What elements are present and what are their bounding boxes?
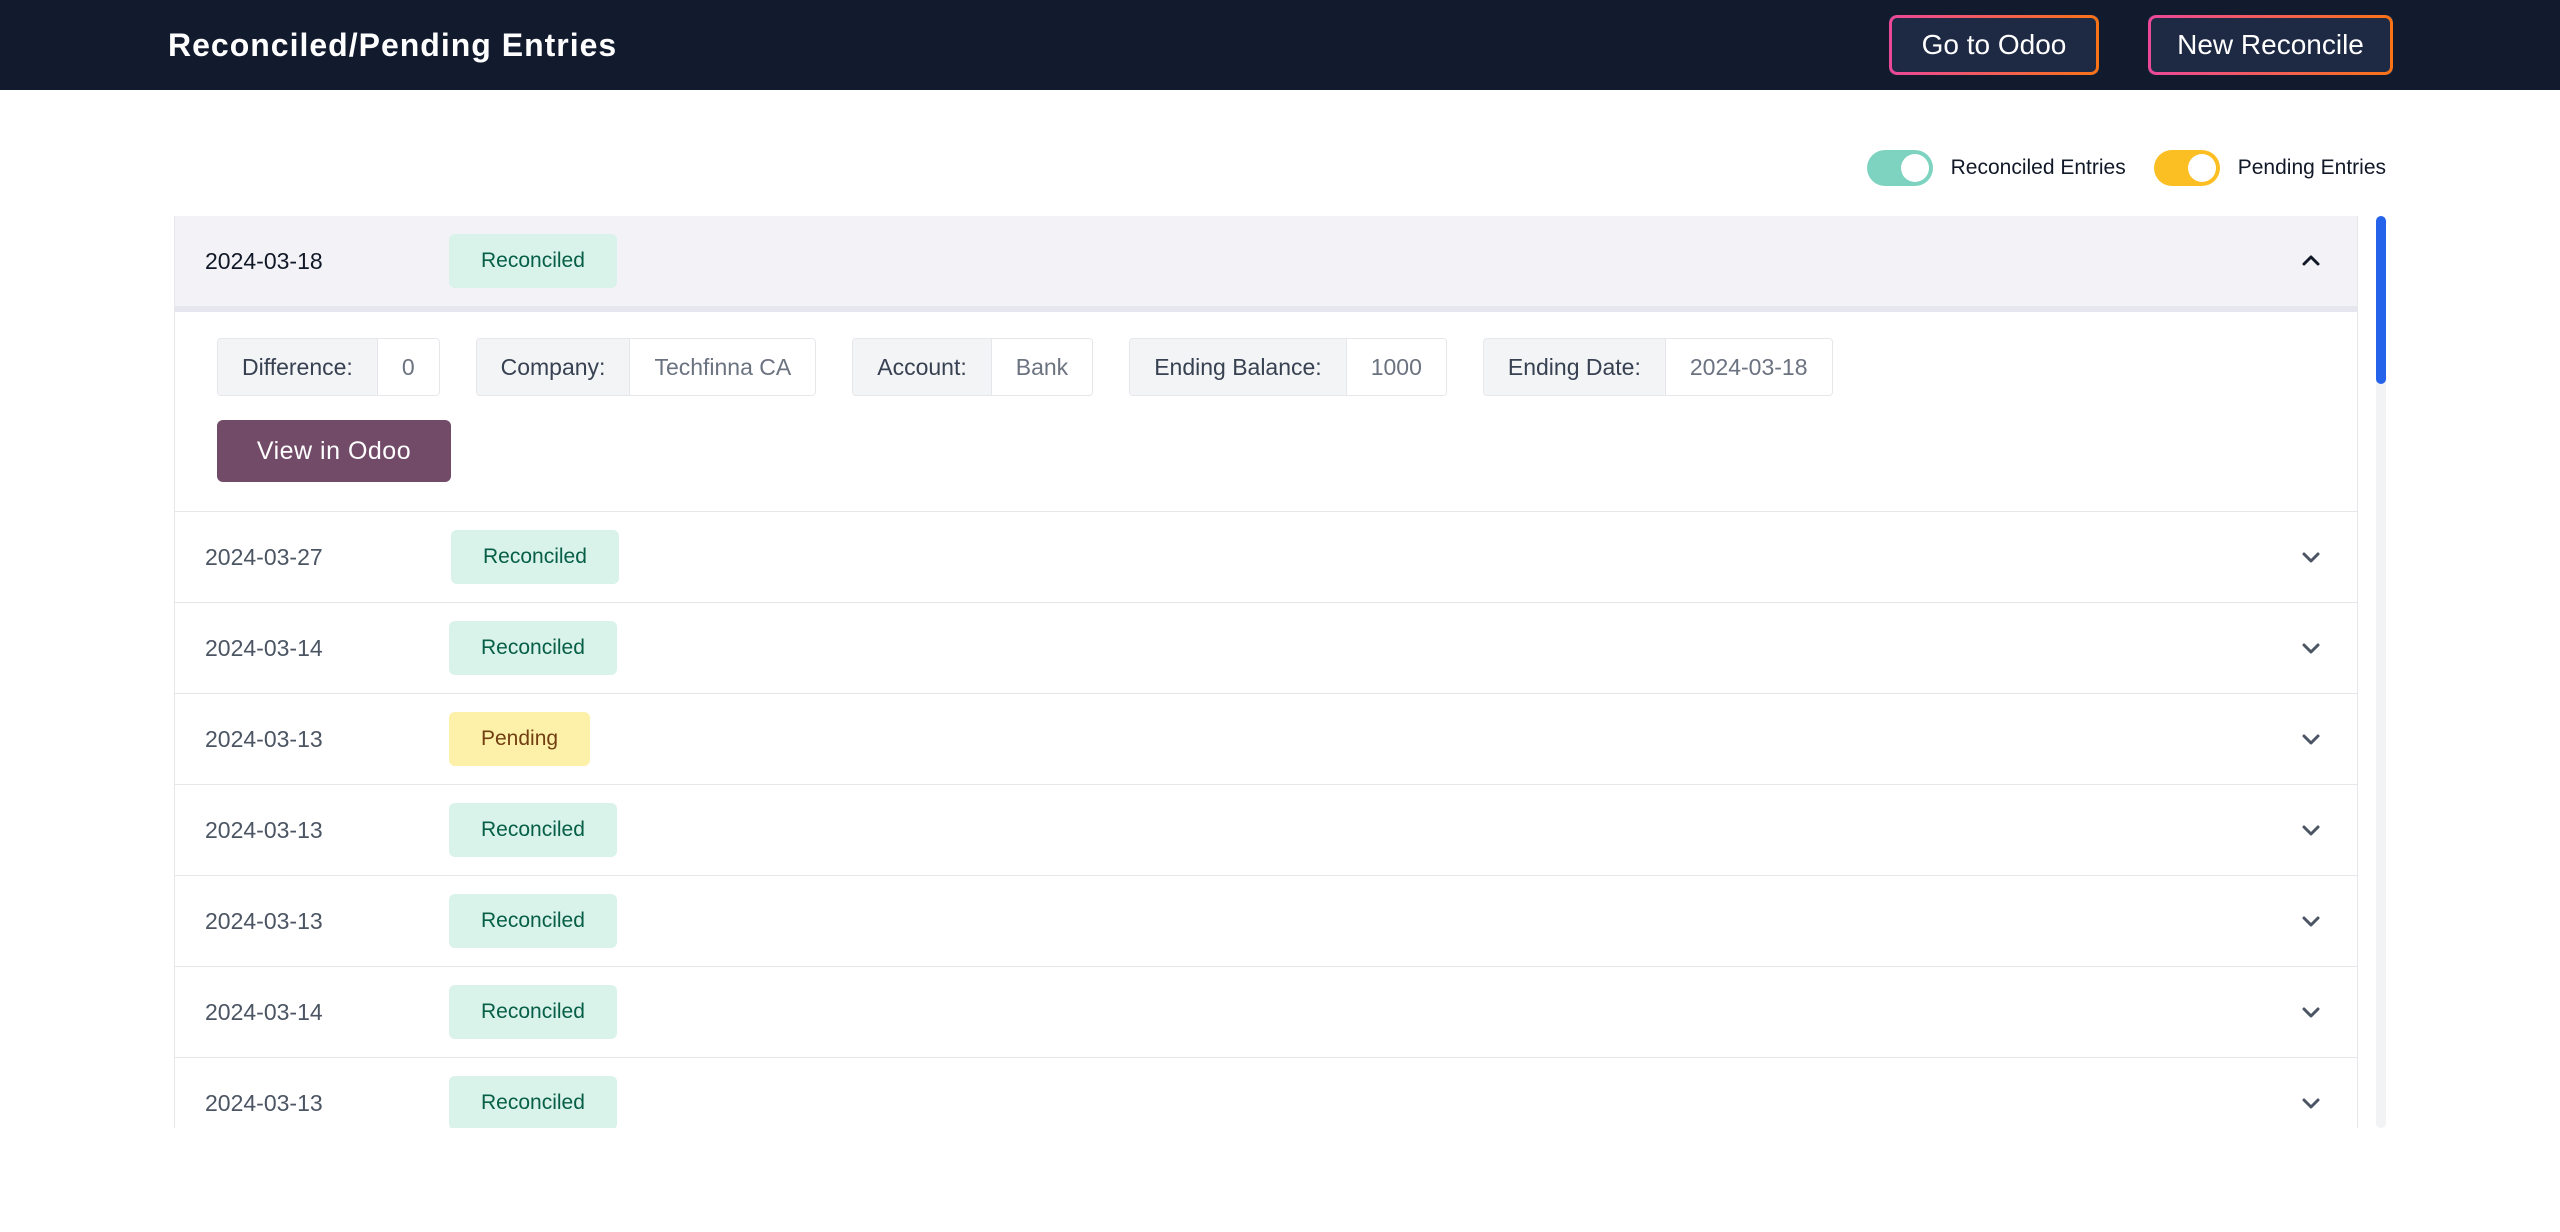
- field-key: Account:: [853, 339, 992, 395]
- field-key: Ending Date:: [1483, 339, 1666, 395]
- pending-toggle-label: Pending Entries: [2237, 156, 2386, 179]
- field-value: 1000: [1346, 339, 1446, 395]
- field-value: 2024-03-18: [1665, 339, 1832, 395]
- pending-filter[interactable]: Pending Entries: [2153, 150, 2386, 186]
- status-badge: Pending: [449, 712, 591, 766]
- entries-list: 2024-03-18 Reconciled Difference: 0 Comp…: [174, 216, 2358, 1128]
- entry-details: Difference: 0 Company: Techfinna CA Acco…: [175, 312, 2357, 512]
- entry-row[interactable]: 2024-03-13 Reconciled: [175, 785, 2357, 876]
- entry-row[interactable]: 2024-03-14 Reconciled: [175, 603, 2357, 694]
- reconciled-toggle-label: Reconciled Entries: [1950, 156, 2126, 179]
- status-badge: Reconciled: [449, 803, 617, 857]
- ending-date-field: Ending Date: 2024-03-18: [1482, 338, 1833, 396]
- detail-fields: Difference: 0 Company: Techfinna CA Acco…: [217, 338, 1869, 396]
- chevron-down-icon[interactable]: [2297, 816, 2325, 844]
- chevron-down-icon[interactable]: [2297, 543, 2325, 571]
- entry-row[interactable]: 2024-03-27 Reconciled: [175, 512, 2357, 603]
- status-badge: Reconciled: [451, 530, 619, 584]
- status-badge: Reconciled: [449, 894, 617, 948]
- entry-date: 2024-03-13: [205, 725, 323, 752]
- filter-toggles: Reconciled Entries Pending Entries: [1839, 150, 2386, 186]
- entry-date: 2024-03-14: [205, 634, 323, 661]
- chevron-down-icon[interactable]: [2297, 634, 2325, 662]
- entry-date: 2024-03-13: [205, 907, 323, 934]
- field-key: Difference:: [218, 339, 378, 395]
- field-key: Ending Balance:: [1130, 339, 1347, 395]
- status-badge: Reconciled: [449, 1076, 617, 1128]
- chevron-down-icon[interactable]: [2297, 998, 2325, 1026]
- entry-date: 2024-03-27: [205, 543, 323, 570]
- field-value: Bank: [991, 339, 1093, 395]
- ending-balance-field: Ending Balance: 1000: [1129, 338, 1447, 396]
- scrollbar-thumb[interactable]: [2376, 216, 2386, 384]
- toggle-knob: [1900, 154, 1929, 182]
- entry-date: 2024-03-13: [205, 1089, 323, 1116]
- entry-row[interactable]: 2024-03-13 Reconciled: [175, 1058, 2357, 1128]
- entry-row[interactable]: 2024-03-14 Reconciled: [175, 967, 2357, 1058]
- reconciled-filter[interactable]: Reconciled Entries: [1866, 150, 2126, 186]
- entry-row-expanded[interactable]: 2024-03-18 Reconciled: [175, 216, 2357, 312]
- company-field: Company: Techfinna CA: [475, 338, 817, 396]
- chevron-down-icon[interactable]: [2297, 907, 2325, 935]
- entry-date: 2024-03-14: [205, 998, 323, 1025]
- toggle-knob: [2187, 154, 2216, 182]
- entry-date: 2024-03-18: [205, 247, 323, 274]
- entry-date: 2024-03-13: [205, 816, 323, 843]
- view-in-odoo-button[interactable]: View in Odoo: [217, 420, 451, 482]
- list-scrollbar[interactable]: [2376, 216, 2386, 1128]
- reconciled-toggle-switch[interactable]: [1866, 150, 1933, 186]
- pending-toggle-switch[interactable]: [2153, 150, 2220, 186]
- page-title: Reconciled/Pending Entries: [168, 27, 618, 63]
- account-field: Account: Bank: [852, 338, 1094, 396]
- entry-row[interactable]: 2024-03-13 Pending: [175, 694, 2357, 785]
- top-bar: Reconciled/Pending Entries Go to Odoo Ne…: [0, 0, 2560, 90]
- field-key: Company:: [476, 339, 631, 395]
- field-value: 0: [377, 339, 439, 395]
- status-badge: Reconciled: [449, 985, 617, 1039]
- field-value: Techfinna CA: [630, 339, 816, 395]
- entry-row[interactable]: 2024-03-13 Reconciled: [175, 876, 2357, 967]
- chevron-down-icon[interactable]: [2297, 725, 2325, 753]
- new-reconcile-button[interactable]: New Reconcile: [2148, 15, 2393, 75]
- status-badge: Reconciled: [449, 234, 617, 288]
- chevron-down-icon[interactable]: [2297, 1089, 2325, 1117]
- difference-field: Difference: 0: [217, 338, 440, 396]
- chevron-up-icon[interactable]: [2297, 247, 2325, 275]
- go-to-odoo-button[interactable]: Go to Odoo: [1889, 15, 2099, 75]
- status-badge: Reconciled: [449, 621, 617, 675]
